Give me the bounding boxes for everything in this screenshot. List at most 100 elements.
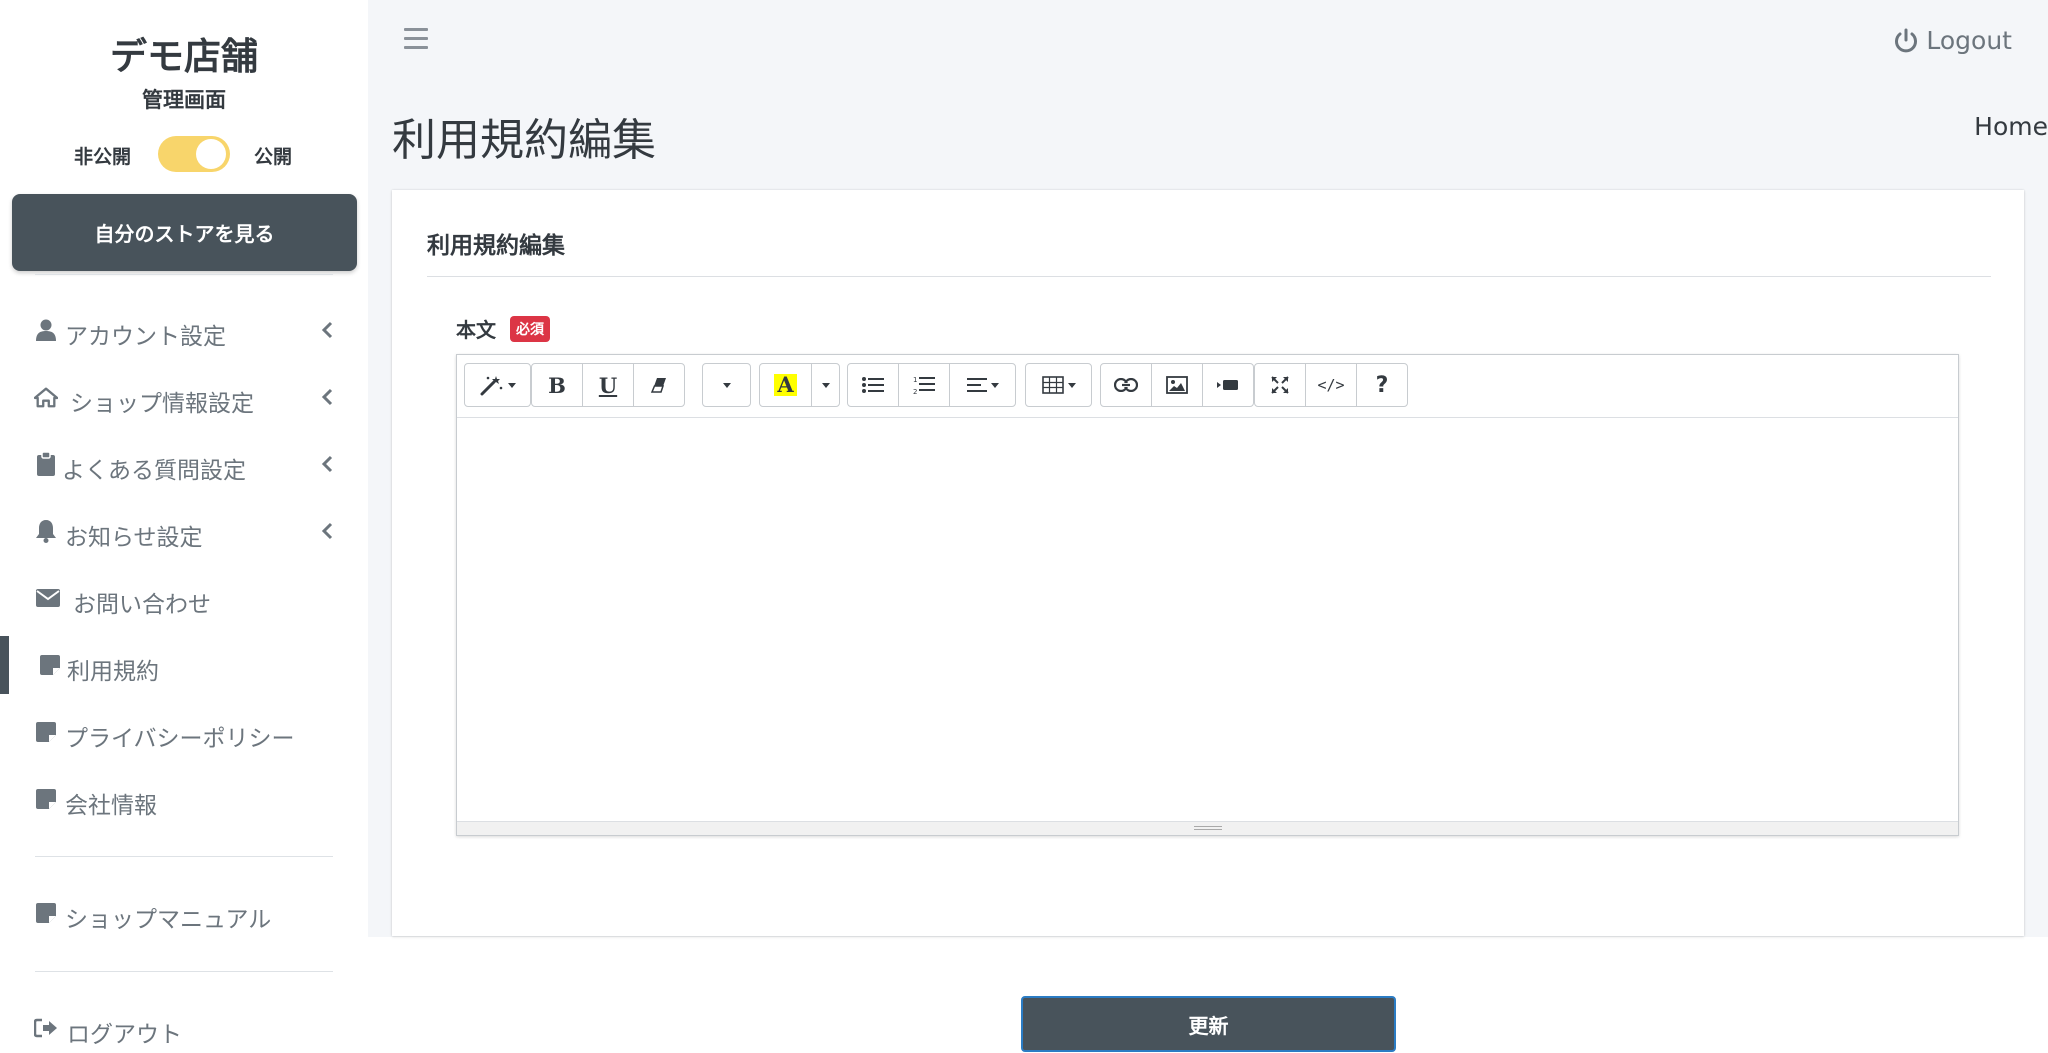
sidebar-item-logout[interactable]: ログアウト xyxy=(0,998,368,1053)
bold-icon: B xyxy=(548,372,566,398)
link-button[interactable] xyxy=(1100,363,1152,407)
caret-down-icon xyxy=(1067,382,1076,388)
font-style-group: B U xyxy=(531,363,685,407)
unordered-list-button[interactable] xyxy=(847,363,899,407)
user-icon xyxy=(34,318,58,342)
publish-toggle-row: 非公開 公開 xyxy=(0,134,368,174)
caret-down-icon xyxy=(821,382,830,388)
color-group: A xyxy=(759,363,840,407)
sidebar-item-privacy[interactable]: プライバシーポリシー xyxy=(0,702,368,762)
style-group xyxy=(464,363,531,407)
clipboard-icon xyxy=(34,452,58,476)
sidebar-item-shop-info[interactable]: ショップ情報設定 xyxy=(0,367,368,427)
chevron-left-icon xyxy=(321,522,333,540)
sidebar-item-contact[interactable]: お問い合わせ xyxy=(0,568,368,628)
home-icon xyxy=(34,385,58,409)
note-icon xyxy=(34,901,58,925)
fullscreen-button[interactable] xyxy=(1254,363,1306,407)
align-button[interactable] xyxy=(949,363,1016,407)
sidebar-item-terms[interactable]: 利用規約 xyxy=(0,635,368,695)
fullscreen-icon xyxy=(1271,376,1289,394)
sidebar-divider xyxy=(35,971,333,972)
underline-icon: U xyxy=(598,372,618,398)
caret-down-icon xyxy=(722,382,731,388)
editor-resize-bar[interactable] xyxy=(457,821,1958,835)
help-button[interactable]: ? xyxy=(1356,363,1408,407)
highlight-icon: A xyxy=(774,374,797,396)
style-magic-button[interactable] xyxy=(464,363,531,407)
video-button[interactable] xyxy=(1202,363,1254,407)
terms-edit-card: 利用規約編集 本文 必須 B U A 1 2 </> ? xyxy=(392,190,2024,936)
table-group xyxy=(1025,363,1092,407)
picture-icon xyxy=(1166,376,1188,394)
caret-down-icon xyxy=(990,382,999,388)
svg-text:2: 2 xyxy=(913,388,917,395)
sidebar-item-news[interactable]: お知らせ設定 xyxy=(0,501,368,561)
code-view-icon: </> xyxy=(1317,376,1345,394)
code-view-button[interactable]: </> xyxy=(1305,363,1357,407)
view-group: </> ? xyxy=(1254,363,1408,407)
sidebar-item-faq[interactable]: よくある質問設定 xyxy=(0,434,368,494)
picture-button[interactable] xyxy=(1151,363,1203,407)
update-button[interactable]: 更新 xyxy=(1021,996,1396,1052)
logout-label: Logout xyxy=(1926,26,2012,55)
rich-text-editor: B U A 1 2 </> ? xyxy=(456,354,1959,836)
link-icon xyxy=(1114,378,1138,392)
chevron-left-icon xyxy=(321,388,333,406)
ordered-list-icon: 12 xyxy=(913,376,935,395)
resize-grip-icon xyxy=(1193,826,1222,832)
card-divider xyxy=(427,276,1991,277)
video-icon xyxy=(1217,380,1238,390)
bell-icon xyxy=(34,519,58,543)
sidebar-item-label: ショップマニュアル xyxy=(65,907,272,933)
sign-out-icon xyxy=(34,1016,58,1040)
sidebar-item-company[interactable]: 会社情報 xyxy=(0,769,368,829)
note-icon xyxy=(34,787,58,811)
brand-name: デモ店舗 xyxy=(110,35,258,78)
breadcrumb-home[interactable]: Home xyxy=(1974,112,2048,141)
sidebar-item-label: お知らせ設定 xyxy=(65,525,203,551)
card-title: 利用規約編集 xyxy=(427,233,565,259)
color-dropdown-button[interactable] xyxy=(811,363,840,407)
brand-subtitle: 管理画面 xyxy=(142,88,226,112)
publish-toggle[interactable] xyxy=(158,136,230,172)
ordered-list-button[interactable]: 12 xyxy=(898,363,950,407)
sidebar-item-label: ログアウト xyxy=(67,1022,182,1048)
help-icon: ? xyxy=(1375,372,1389,398)
eraser-icon xyxy=(650,378,666,393)
sidebar-item-label: 会社情報 xyxy=(65,793,157,819)
published-label: 公開 xyxy=(254,146,293,168)
table-icon xyxy=(1041,376,1064,394)
underline-button[interactable]: U xyxy=(582,363,634,407)
note-icon xyxy=(38,653,62,677)
paragraph-group: 12 xyxy=(847,363,1016,407)
logout-link[interactable]: Logout xyxy=(1894,26,2012,55)
note-icon xyxy=(34,720,58,744)
highlight-color-button[interactable]: A xyxy=(759,363,812,407)
sidebar-item-label: 利用規約 xyxy=(67,659,159,685)
toggle-knob xyxy=(196,139,226,169)
font-name-dropdown[interactable] xyxy=(702,363,751,407)
sidebar-item-account[interactable]: アカウント設定 xyxy=(0,300,368,360)
chevron-left-icon xyxy=(321,455,333,473)
sidebar-divider xyxy=(35,856,333,857)
editor-toolbar: B U A 1 2 </> ? xyxy=(457,355,1958,418)
main-content: Logout 利用規約編集 Home 利用規約編集 本文 必須 B U A 1 … xyxy=(368,0,2048,937)
sidebar-item-label: お問い合わせ xyxy=(73,592,211,618)
sidebar-divider xyxy=(35,274,333,275)
sidebar-item-manual[interactable]: ショップマニュアル xyxy=(0,883,368,943)
required-badge: 必須 xyxy=(510,316,550,342)
table-button[interactable] xyxy=(1025,363,1092,407)
power-icon xyxy=(1895,28,1918,52)
editor-content-area[interactable] xyxy=(457,418,1958,821)
bold-button[interactable]: B xyxy=(531,363,583,407)
sidebar-item-label: ショップ情報設定 xyxy=(70,391,254,417)
caret-down-icon xyxy=(507,382,516,388)
align-icon xyxy=(966,378,987,392)
body-field-label: 本文 xyxy=(456,318,496,342)
view-store-button[interactable]: 自分のストアを見る xyxy=(12,194,357,271)
chevron-left-icon xyxy=(321,321,333,339)
eraser-button[interactable] xyxy=(633,363,685,407)
sidebar: デモ店舗 管理画面 非公開 公開 自分のストアを見る アカウント設定 ショップ情… xyxy=(0,0,368,1053)
menu-toggle-icon[interactable] xyxy=(404,28,428,50)
